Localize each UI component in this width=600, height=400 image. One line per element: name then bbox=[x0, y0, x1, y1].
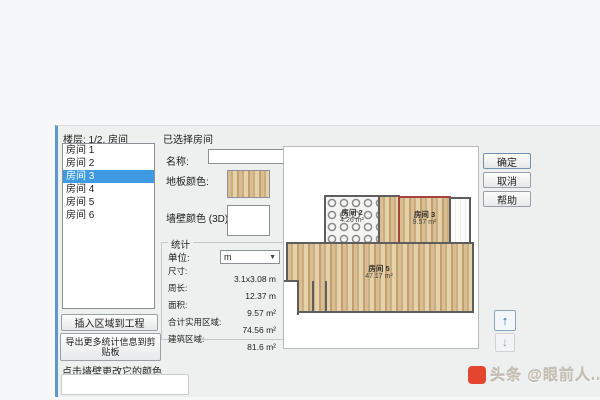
watermark-brand: 头条 bbox=[490, 367, 523, 384]
toutiao-logo-icon bbox=[468, 365, 486, 384]
unit-select[interactable]: m ▼ bbox=[220, 250, 280, 264]
stat-value: 3.1x3.08 m bbox=[233, 274, 276, 284]
room-name-input[interactable] bbox=[208, 149, 284, 164]
unit-label: 单位: bbox=[168, 253, 190, 264]
screen: 楼层: 1/2, 房间 房间 1 房间 2 房间 3 房间 4 房间 5 房间 … bbox=[0, 0, 600, 400]
chevron-down-icon: ▼ bbox=[269, 253, 276, 261]
room-list-item[interactable]: 房间 6 bbox=[63, 209, 154, 222]
plan-room-white[interactable] bbox=[449, 197, 471, 246]
statistics-group: 统计 单位: m ▼ 尺寸: 3.1x3.08 m 周长: 12.37 m 面积… bbox=[161, 237, 286, 351]
stat-row-total-usable-area: 合计实用区域: 74.56 m² bbox=[168, 318, 280, 335]
arrow-down-icon: ↓ bbox=[502, 335, 508, 349]
stat-row-dimensions: 尺寸: 3.1x3.08 m bbox=[168, 267, 280, 284]
plan-room-selected[interactable] bbox=[398, 196, 451, 246]
stat-value: 81.6 m² bbox=[247, 342, 276, 352]
stat-row-area: 面积: 9.57 m² bbox=[168, 301, 280, 318]
plan-stub-wall bbox=[312, 281, 314, 311]
modify-rooms-dialog: 楼层: 1/2, 房间 房间 1 房间 2 房间 3 房间 4 房间 5 房间 … bbox=[55, 125, 600, 397]
watermark: 头条 @眼前人... bbox=[468, 364, 600, 385]
wall-color-strip[interactable] bbox=[61, 374, 189, 395]
name-label: 名称: bbox=[166, 157, 189, 168]
plan-room-tiled[interactable] bbox=[324, 195, 380, 244]
room-list-item[interactable]: 房间 4 bbox=[63, 183, 154, 196]
floor-color-label: 地板颜色: bbox=[166, 177, 209, 188]
help-button[interactable]: 帮助 bbox=[483, 191, 531, 207]
stat-value: 74.56 m² bbox=[242, 325, 276, 335]
plan-wall-notch bbox=[284, 280, 299, 315]
watermark-handle: @眼前人... bbox=[527, 367, 600, 384]
move-up-button[interactable]: ↑ bbox=[494, 310, 516, 331]
room-list-item[interactable]: 房间 2 bbox=[63, 157, 154, 170]
floor-plan-preview[interactable]: 房间 2 4.26 m² 房间 3 9.57 m² 房间 5 47.17 m² bbox=[283, 146, 479, 349]
stat-row-building-area: 建筑区域: 81.6 m² bbox=[168, 335, 280, 352]
stat-value: 12.37 m bbox=[245, 291, 276, 301]
room-list-item[interactable]: 房间 1 bbox=[63, 144, 154, 157]
plan-stub-wall bbox=[325, 281, 327, 311]
insert-area-button[interactable]: 插入区域到工程 bbox=[61, 314, 158, 331]
stat-row-perimeter: 周长: 12.37 m bbox=[168, 284, 280, 301]
move-down-button[interactable]: ↓ bbox=[495, 333, 515, 352]
cancel-button[interactable]: 取消 bbox=[483, 172, 531, 188]
wall-color-label: 墙壁颜色 (3D): bbox=[166, 214, 231, 225]
selected-room-group-title: 已选择房间 bbox=[163, 135, 213, 146]
arrow-up-icon: ↑ bbox=[501, 313, 509, 328]
floor-color-swatch[interactable] bbox=[227, 170, 270, 198]
plan-room-hall[interactable] bbox=[378, 195, 400, 244]
ok-button[interactable]: 确定 bbox=[483, 153, 531, 169]
room-list[interactable]: 房间 1 房间 2 房间 3 房间 4 房间 5 房间 6 bbox=[62, 143, 155, 309]
export-stats-button[interactable]: 导出更多统计信息到剪贴板 bbox=[60, 333, 161, 361]
plan-room-large[interactable] bbox=[286, 242, 474, 313]
stat-value: 9.57 m² bbox=[247, 308, 276, 318]
room-list-item[interactable]: 房间 5 bbox=[63, 196, 154, 209]
watermark-text: 头条 @眼前人... bbox=[490, 364, 600, 385]
room-list-item-selected[interactable]: 房间 3 bbox=[63, 170, 154, 183]
wall-color-swatch[interactable] bbox=[227, 205, 270, 236]
unit-select-value: m bbox=[224, 252, 232, 262]
